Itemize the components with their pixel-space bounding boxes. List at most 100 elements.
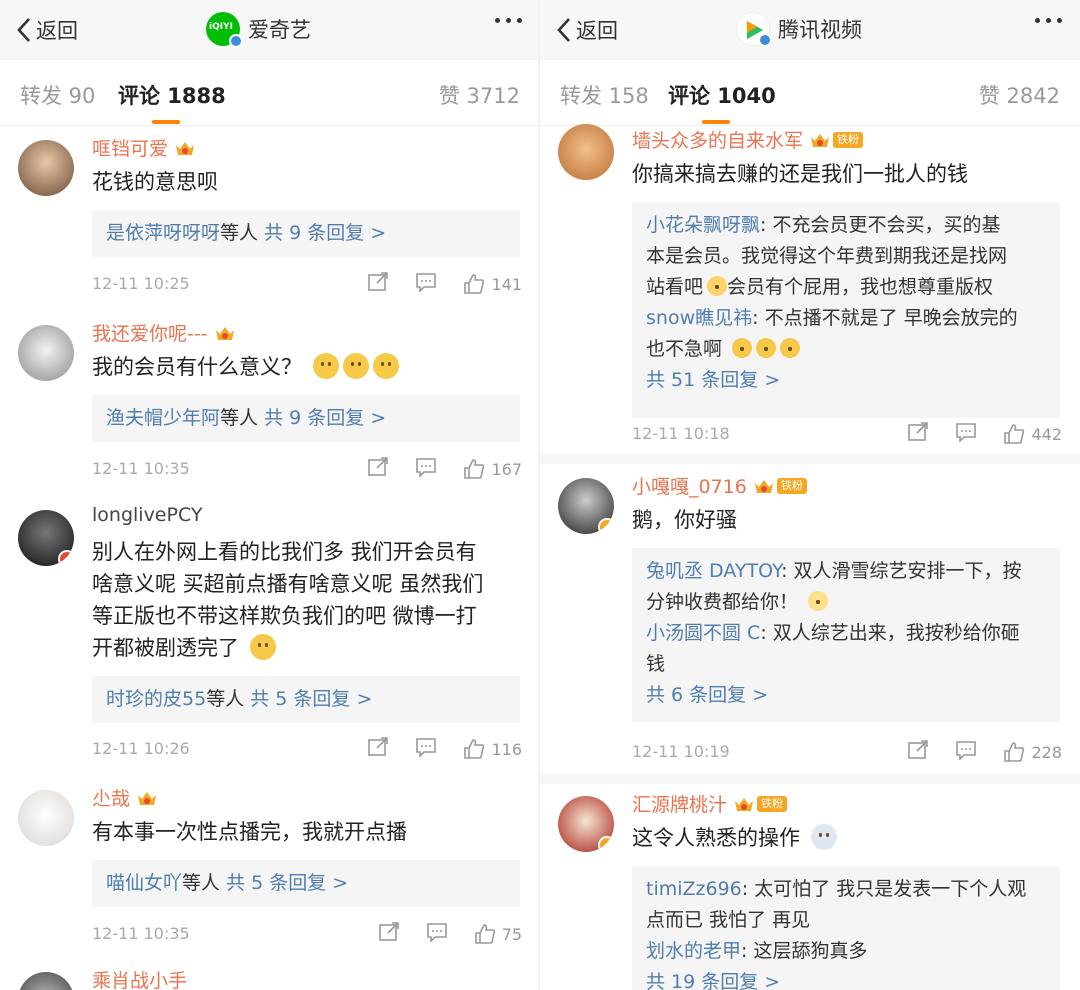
tab-likes[interactable]: 赞 2842 [979, 80, 1060, 110]
app-name: 腾讯视频 [778, 18, 862, 42]
avatar[interactable] [558, 124, 614, 180]
comment-icon[interactable] [415, 737, 437, 761]
comment-text-content: 我的会员有什么意义？ [92, 355, 302, 379]
more-menu-icon[interactable] [495, 18, 522, 23]
comment-icon[interactable] [955, 740, 977, 764]
comment-line: 开都被剧透完了 [92, 636, 239, 660]
reply-author[interactable]: 划水的老甲 [646, 940, 741, 962]
laugh-cry-emoji-icon [732, 338, 753, 358]
comment-text-content: 这令人熟悉的操作 [632, 826, 800, 850]
username[interactable]: 小嘎嘎_0716 铁粉 [632, 472, 807, 499]
reply-text: 不充会员更不会买，买的基 [772, 214, 1001, 236]
app-title[interactable]: iQIYI 爱奇艺 [206, 12, 311, 48]
reply-summary[interactable]: 喵仙女吖等人 共 5 条回复 > [92, 860, 520, 907]
reply-text: 也不急啊 [646, 338, 723, 360]
like-button[interactable]: 75 [474, 923, 522, 945]
username[interactable]: 乘肖战小手 [92, 966, 187, 990]
tab-comments[interactable]: 评论 1040 [668, 80, 776, 124]
reply-count-link[interactable]: 共 19 条回复 > [646, 967, 1046, 990]
avatar[interactable] [18, 325, 74, 381]
reply-text: 分钟收费都给你！ [646, 591, 799, 613]
reply-author[interactable]: timiZz696 [646, 878, 742, 900]
back-button[interactable]: 返回 [554, 14, 618, 46]
share-icon[interactable] [907, 740, 929, 764]
like-button[interactable]: 116 [463, 738, 522, 760]
reply-names[interactable]: 时珍的皮55 [106, 688, 206, 710]
reply-count-link[interactable]: 共 5 条回复 > [226, 872, 348, 894]
username[interactable]: 我还爱你呢--- [92, 319, 236, 346]
share-icon[interactable] [907, 422, 929, 446]
username[interactable]: 尐哉 [92, 784, 158, 811]
more-menu-icon[interactable] [1035, 18, 1062, 23]
reply-summary[interactable]: 渔夫帽少年阿等人 共 9 条回复 > [92, 395, 520, 442]
reply-count-link[interactable]: 共 51 条回复 > [646, 365, 1046, 396]
username-text: 乘肖战小手 [92, 970, 188, 990]
avatar[interactable] [18, 790, 74, 846]
smile-emoji-icon [808, 591, 829, 611]
username-text: 汇源牌桃汁 [632, 794, 728, 816]
tab-repost[interactable]: 转发 158 [560, 80, 649, 110]
reply-count-link[interactable]: 共 6 条回复 > [646, 680, 1046, 711]
thumbs-up-icon [1004, 424, 1025, 444]
reply-summary[interactable]: 时珍的皮55等人 共 5 条回复 > [92, 676, 520, 723]
avatar[interactable] [558, 478, 614, 534]
comment-text: 有本事一次性点播完，我就开点播 [92, 820, 407, 844]
share-icon[interactable] [367, 272, 389, 296]
username[interactable]: 哐铛可爱 [92, 134, 196, 161]
verified-icon [229, 34, 243, 48]
like-button[interactable]: 442 [1003, 423, 1062, 445]
laugh-cry-emoji-icon [780, 338, 801, 358]
username[interactable]: 汇源牌桃汁 铁粉 [632, 790, 788, 817]
reply-count-link[interactable]: 共 9 条回复 > [264, 222, 386, 244]
comment-icon[interactable] [955, 422, 977, 446]
username[interactable]: longlivePCY [92, 504, 203, 526]
username[interactable]: 墙头众多的自来水军 铁粉 [632, 126, 864, 153]
comment-icon[interactable] [426, 922, 448, 946]
share-icon[interactable] [367, 737, 389, 761]
crown-badge-icon [174, 139, 196, 157]
reply-author[interactable]: 小花朵飘呀飘 [646, 214, 760, 236]
crown-badge-icon [753, 477, 775, 495]
back-button[interactable]: 返回 [14, 14, 78, 46]
smile-emoji-icon [342, 353, 369, 379]
tab-likes[interactable]: 赞 3712 [439, 80, 520, 110]
like-count: 442 [1031, 424, 1062, 444]
comment-text: 我的会员有什么意义？ [92, 351, 399, 383]
tab-comments[interactable]: 评论 1888 [118, 80, 226, 124]
tab-repost[interactable]: 转发 90 [20, 80, 95, 110]
app-title[interactable]: 腾讯视频 [736, 12, 862, 47]
reply-names[interactable]: 喵仙女吖 [106, 872, 182, 894]
crown-badge-icon [136, 789, 158, 807]
thumbs-up-icon [464, 274, 485, 294]
like-count: 141 [491, 274, 522, 294]
reply-preview[interactable]: 小花朵飘呀飘: 不充会员更不会买，买的基 本是会员。我觉得这个年费到期我还是找网… [632, 202, 1060, 418]
reply-summary[interactable]: 是依萍呀呀呀等人 共 9 条回复 > [92, 210, 520, 257]
smile-emoji-icon [312, 353, 339, 379]
reply-preview[interactable]: 兔叽丞 DAYTOY: 双人滑雪综艺安排一下，按 分钟收费都给你！ 小汤圆不圆 … [632, 548, 1060, 722]
avatar[interactable] [18, 510, 74, 566]
reply-author[interactable]: 兔叽丞 DAYTOY [646, 560, 781, 582]
username-text: 哐铛可爱 [92, 138, 169, 160]
reply-author[interactable]: 小汤圆不圆 C [646, 622, 760, 644]
avatar[interactable] [18, 140, 74, 196]
crown-badge-icon [214, 324, 236, 342]
like-button[interactable]: 228 [1003, 741, 1062, 763]
username-text: 我还爱你呢--- [92, 323, 208, 345]
comment-icon[interactable] [415, 272, 437, 296]
comment-icon[interactable] [415, 457, 437, 481]
separator [540, 774, 1080, 784]
reply-preview[interactable]: timiZz696: 太可怕了 我只是发表一下个人观 点而已 我怕了 再见 划水… [632, 866, 1060, 990]
chevron-left-icon [557, 18, 570, 42]
reply-count-link[interactable]: 共 5 条回复 > [250, 688, 372, 710]
like-button[interactable]: 141 [463, 273, 522, 295]
reply-names[interactable]: 渔夫帽少年阿 [106, 407, 220, 429]
like-button[interactable]: 167 [463, 458, 522, 480]
share-icon[interactable] [378, 922, 400, 946]
avatar[interactable] [558, 796, 614, 852]
reply-author[interactable]: snow瞧见祎 [646, 307, 752, 329]
share-icon[interactable] [367, 457, 389, 481]
avatar[interactable] [18, 972, 74, 990]
reply-names[interactable]: 是依萍呀呀呀 [106, 222, 220, 244]
reply-count-link[interactable]: 共 9 条回复 > [264, 407, 386, 429]
reply-text: 双人综艺出来，我按秒给你砸 [772, 622, 1020, 644]
